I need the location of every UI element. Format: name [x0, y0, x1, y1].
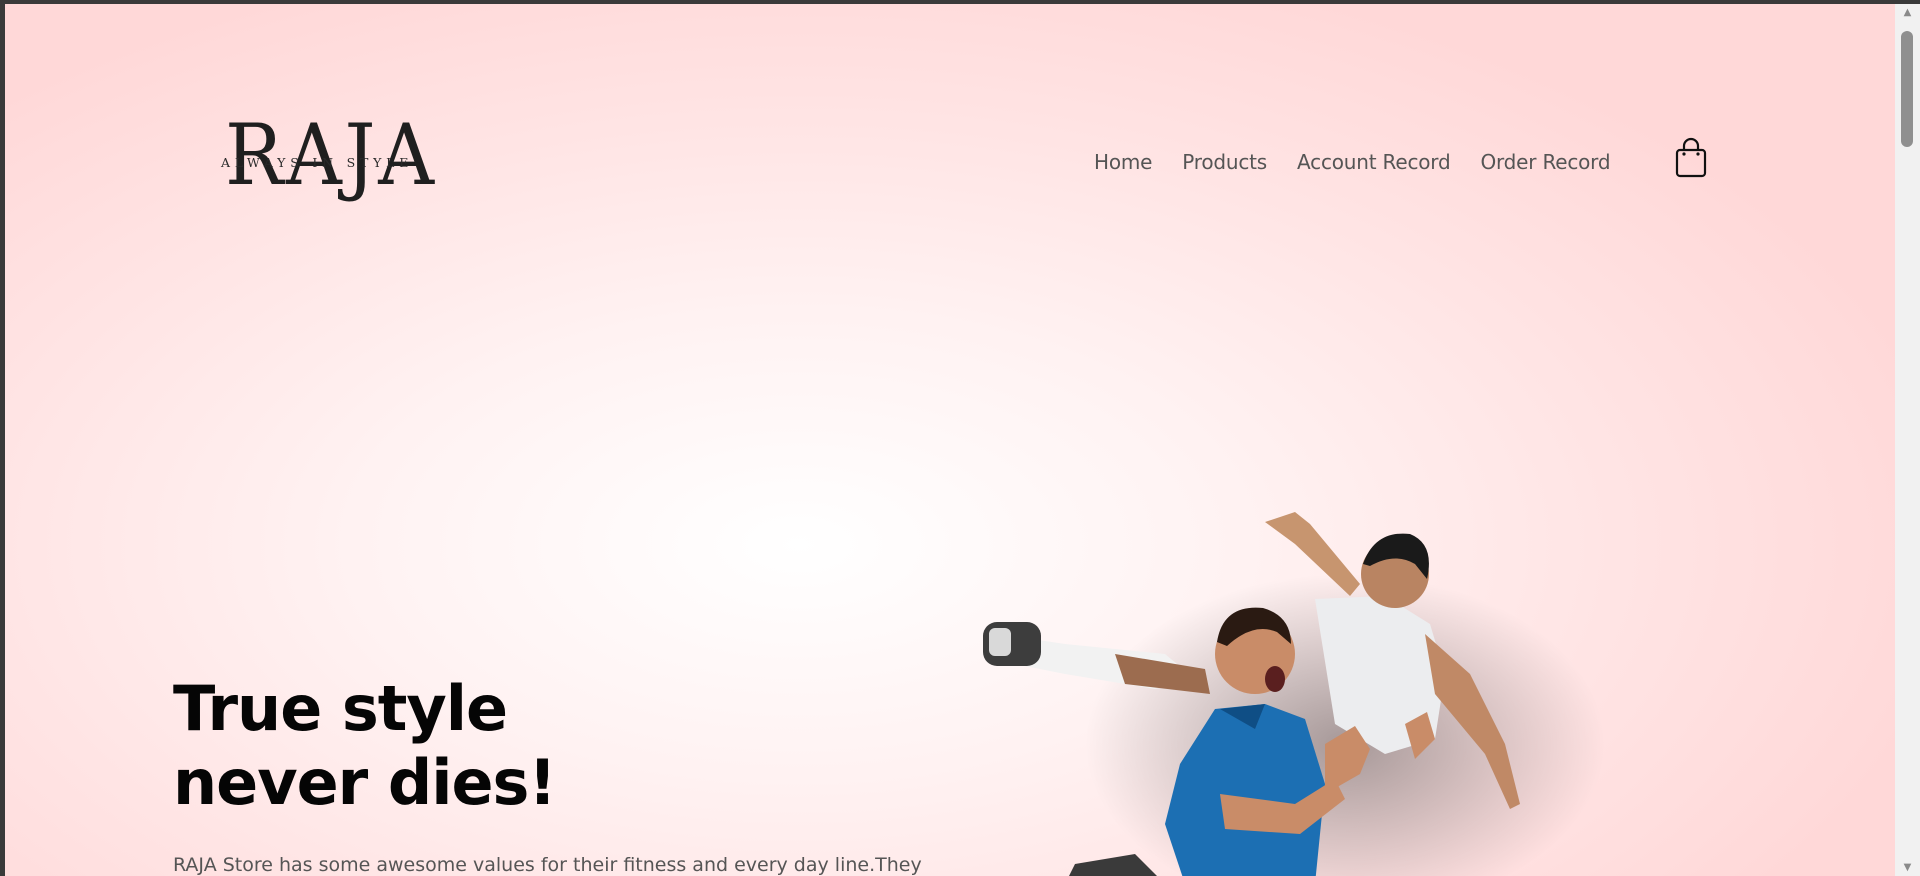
nav-products[interactable]: Products — [1182, 150, 1267, 174]
hero-image — [965, 504, 1605, 876]
hero-title-line-2: never dies! — [173, 746, 557, 819]
vertical-scrollbar[interactable]: ▲ ▼ — [1895, 4, 1920, 876]
nav-account-record[interactable]: Account Record — [1297, 150, 1451, 174]
shopping-bag-icon — [1675, 137, 1707, 178]
cart-button[interactable] — [1673, 136, 1709, 180]
scroll-down-icon[interactable]: ▼ — [1895, 859, 1920, 876]
hero-title-line-1: True style — [173, 672, 508, 745]
main-nav: Home Products Account Record Order Recor… — [1094, 150, 1611, 174]
nav-order-record[interactable]: Order Record — [1480, 150, 1610, 174]
soccer-players-illustration — [983, 512, 1605, 876]
hero-title: True style never dies! — [173, 672, 557, 820]
nav-home[interactable]: Home — [1094, 150, 1152, 174]
brand-logo[interactable]: RAJA ALWAYS IN STYLE — [215, 113, 455, 219]
logo-tagline: ALWAYS IN STYLE — [221, 155, 414, 170]
page-viewport: RAJA ALWAYS IN STYLE Home Products Accou… — [5, 4, 1895, 876]
scroll-thumb[interactable] — [1901, 31, 1913, 147]
scroll-up-icon[interactable]: ▲ — [1895, 4, 1920, 21]
hero-description: RAJA Store has some awesome values for t… — [173, 854, 922, 876]
